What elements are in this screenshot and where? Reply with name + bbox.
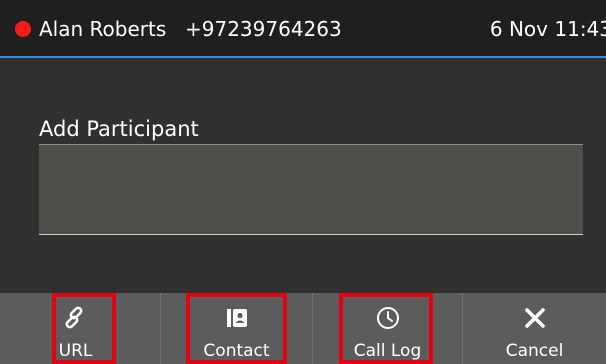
clock-icon <box>313 306 462 330</box>
softkey-bar: URL Contact Call Log Cancel <box>0 293 606 364</box>
date-time: 6 Nov 11:43 <box>489 17 606 41</box>
call-status-bar: Alan Roberts +97239764263 6 Nov 11:43 <box>0 0 606 58</box>
close-icon <box>463 306 606 330</box>
caller-number: +97239764263 <box>185 17 342 41</box>
call-log-softkey[interactable]: Call Log <box>313 293 462 364</box>
contact-softkey[interactable]: Contact <box>161 293 312 364</box>
phone-screen: Alan Roberts +97239764263 6 Nov 11:43 Ad… <box>0 0 606 364</box>
url-softkey[interactable]: URL <box>0 293 151 364</box>
contact-softkey-label: Contact <box>203 341 270 361</box>
page-title: Add Participant <box>39 117 199 141</box>
active-call-indicator <box>15 21 31 37</box>
caller-name: Alan Roberts <box>39 17 167 41</box>
call-log-softkey-label: Call Log <box>353 341 422 361</box>
url-softkey-label: URL <box>58 341 93 361</box>
cancel-softkey-label: Cancel <box>505 341 564 361</box>
contact-card-icon <box>161 306 312 330</box>
link-icon <box>0 306 151 330</box>
participant-input[interactable] <box>39 144 583 235</box>
cancel-softkey[interactable]: Cancel <box>463 293 606 364</box>
